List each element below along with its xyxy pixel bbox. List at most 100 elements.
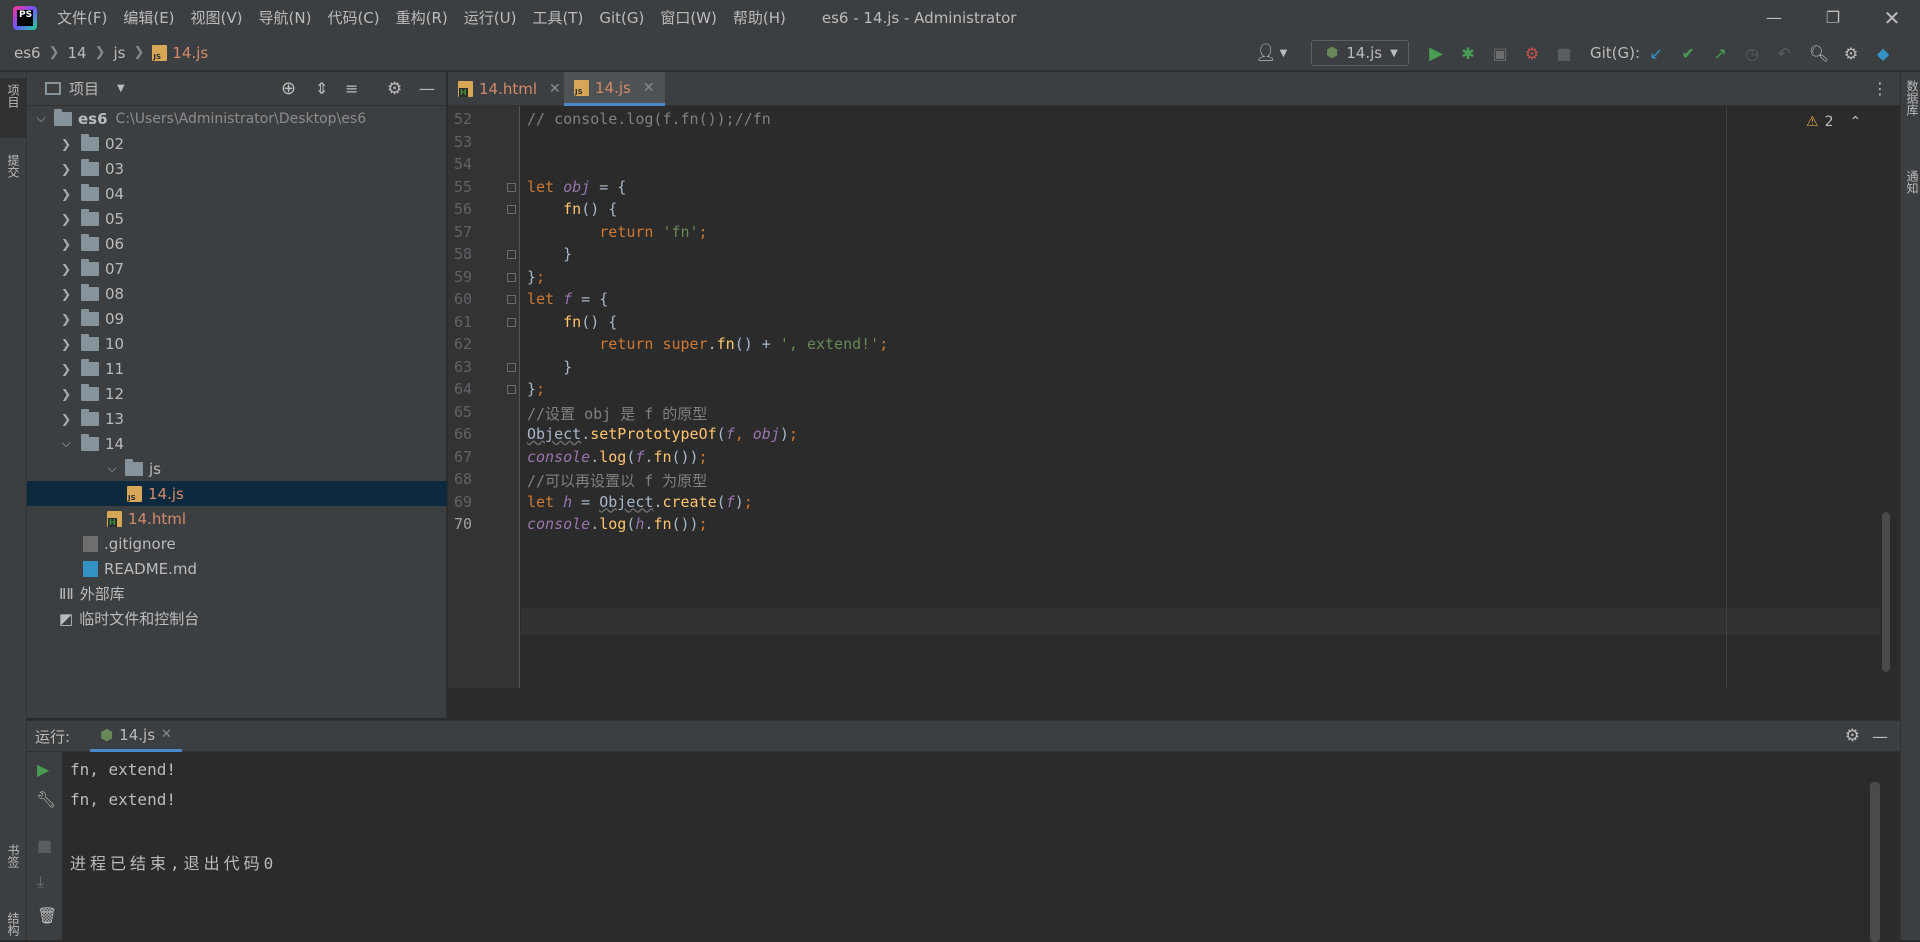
gear-icon[interactable]: ⚙ — [387, 79, 402, 99]
settings-icon[interactable]: ⚙ — [1840, 42, 1862, 64]
scroll-to-end-icon[interactable]: ⤓ — [37, 872, 44, 892]
menu-help[interactable]: 帮助(H) — [725, 7, 794, 28]
close-tab-icon[interactable]: ✕ — [549, 81, 561, 97]
fold-marker-icon[interactable] — [507, 362, 516, 372]
breadcrumb-es6[interactable]: es6 — [14, 44, 41, 62]
tree-folder-07[interactable]: ❯ 07 — [27, 256, 447, 281]
breadcrumb-file[interactable]: 14.js — [172, 44, 208, 62]
search-icon[interactable]: 🔍︎ — [1808, 42, 1830, 64]
fold-marker-icon[interactable] — [507, 385, 516, 394]
fold-marker-icon[interactable] — [507, 295, 516, 304]
console-scrollbar[interactable] — [1870, 782, 1880, 942]
stop-icon[interactable]: ■ — [37, 836, 52, 855]
tab-14html[interactable]: 14.html ✕ — [448, 72, 571, 106]
coverage-icon[interactable]: ▣ — [1489, 42, 1511, 64]
folder-icon — [125, 458, 143, 476]
chevron-up-icon[interactable]: ⌃ — [1849, 114, 1861, 130]
close-icon[interactable]: ✕ — [1864, 0, 1920, 35]
tree-folder-js[interactable]: ⌵ js — [27, 456, 447, 481]
database-tool-button[interactable]: 数据库 — [1904, 80, 1920, 116]
tree-folder-12[interactable]: ❯ 12 — [27, 381, 447, 406]
tree-root-path: C:\Users\Administrator\Desktop\es6 — [115, 110, 367, 127]
menu-git[interactable]: Git(G) — [591, 9, 652, 27]
profile-icon[interactable]: ⚙ — [1521, 42, 1543, 64]
close-tab-icon[interactable]: ✕ — [161, 727, 172, 742]
toolbox-icon[interactable]: ◆ — [1872, 42, 1894, 64]
collapse-all-icon[interactable]: ≡ — [345, 79, 358, 98]
tree-folder-14[interactable]: ⌵ 14 — [27, 431, 447, 456]
run-icon[interactable]: ▶ — [1425, 42, 1447, 64]
tree-folder-05[interactable]: ❯ 05 — [27, 206, 447, 231]
menu-window[interactable]: 窗口(W) — [652, 7, 725, 28]
tree-root[interactable]: ⌵ es6 C:\Users\Administrator\Desktop\es6 — [27, 106, 447, 131]
bookmarks-tool-button[interactable]: 书签 — [5, 844, 22, 868]
git-push-icon[interactable]: ↗ — [1709, 42, 1731, 64]
scrollbar-thumb[interactable] — [1882, 512, 1890, 672]
tree-file-14js[interactable]: 14.js — [27, 481, 447, 506]
menu-tools[interactable]: 工具(T) — [524, 7, 591, 28]
restore-icon[interactable]: ❐ — [1805, 0, 1861, 35]
menu-navigate[interactable]: 导航(N) — [251, 7, 320, 28]
close-tab-icon[interactable]: ✕ — [643, 80, 655, 96]
structure-tool-button[interactable]: 结构 — [5, 912, 22, 936]
tree-folder-10[interactable]: ❯ 10 — [27, 331, 447, 356]
git-update-icon[interactable]: ↙ — [1645, 42, 1667, 64]
menu-view[interactable]: 视图(V) — [183, 7, 251, 28]
more-tabs-icon[interactable]: ⋮ — [1872, 79, 1888, 98]
fold-marker-icon[interactable] — [507, 317, 516, 327]
tree-file-14html[interactable]: 14.html — [27, 506, 447, 531]
breadcrumb-14[interactable]: 14 — [68, 44, 87, 62]
stop-icon[interactable]: ■ — [1553, 42, 1575, 64]
tree-folder-06[interactable]: ❯ 06 — [27, 231, 447, 256]
notifications-tool-button[interactable]: 通知 — [1904, 170, 1920, 194]
project-view-select[interactable]: 项目 — [69, 78, 99, 99]
fold-marker-icon[interactable] — [507, 272, 516, 282]
phpstorm-logo-icon[interactable]: PS — [13, 5, 37, 30]
tab-14js[interactable]: 14.js ✕ — [564, 72, 665, 106]
user-icon[interactable]: 👤︎ ▼ — [1255, 35, 1287, 71]
rerun-icon[interactable]: ▶ — [37, 760, 49, 779]
tree-folder-02[interactable]: ❯ 02 — [27, 131, 447, 156]
hide-panel-icon[interactable]: — — [419, 79, 435, 98]
run-console-output[interactable]: fn, extend! fn, extend! 进程已结束,退出代码0 — [62, 752, 1880, 942]
tree-external-libraries[interactable]: ⅡⅡ 外部库 — [27, 581, 447, 606]
menu-refactor[interactable]: 重构(R) — [388, 7, 456, 28]
run-tab-14js[interactable]: ⬢ 14.js ✕ — [90, 720, 182, 752]
tree-file-gitignore[interactable]: .gitignore — [27, 531, 447, 556]
project-tool-button[interactable]: 项目 — [0, 78, 26, 138]
editor-scrollbar[interactable] — [1880, 106, 1892, 688]
rollback-icon[interactable]: ↶ — [1773, 42, 1795, 64]
tree-file-readme[interactable]: README.md — [27, 556, 447, 581]
history-icon[interactable]: ◷ — [1741, 42, 1763, 64]
hide-panel-icon[interactable]: — — [1872, 727, 1888, 746]
menu-code[interactable]: 代码(C) — [319, 7, 387, 28]
debug-icon[interactable]: ✱ — [1457, 42, 1479, 64]
tree-folder-08[interactable]: ❯ 08 — [27, 281, 447, 306]
run-config-select[interactable]: ⬢ 14.js ▼ — [1311, 40, 1409, 66]
line-number: 54 — [453, 155, 472, 173]
inspection-widget[interactable]: ⚠ 2 ⌃ ⌄ — [1806, 114, 1889, 130]
menu-file[interactable]: 文件(F) — [49, 7, 115, 28]
tree-folder-03[interactable]: ❯ 03 — [27, 156, 447, 181]
menu-edit[interactable]: 编辑(E) — [115, 7, 182, 28]
tree-scratches[interactable]: ◩ 临时文件和控制台 — [27, 606, 447, 631]
menu-run[interactable]: 运行(U) — [456, 7, 525, 28]
git-commit-icon[interactable]: ✔ — [1677, 42, 1699, 64]
tree-folder-13[interactable]: ❯ 13 — [27, 406, 447, 431]
tree-folder-09[interactable]: ❯ 09 — [27, 306, 447, 331]
minimize-icon[interactable]: — — [1746, 0, 1802, 35]
locate-file-icon[interactable]: ⊕ — [281, 78, 296, 99]
fold-marker-icon[interactable] — [507, 250, 516, 259]
expand-all-icon[interactable]: ⇕ — [315, 79, 328, 98]
breadcrumb-js[interactable]: js — [114, 44, 126, 62]
fold-marker-icon[interactable] — [507, 182, 516, 192]
tree-folder-11[interactable]: ❯ 11 — [27, 356, 447, 381]
gear-icon[interactable]: ⚙ — [1845, 726, 1860, 746]
code-editor[interactable]: // console.log(f.fn());//fn let obj = { f… — [521, 106, 1886, 688]
chevron-down-icon[interactable]: ▼ — [117, 83, 125, 94]
commit-tool-button[interactable]: 提交 — [5, 154, 22, 178]
trash-icon[interactable]: 🗑︎ — [37, 906, 57, 925]
tree-folder-04[interactable]: ❯ 04 — [27, 181, 447, 206]
fold-marker-icon[interactable] — [507, 205, 516, 214]
wrench-icon[interactable]: 🔧︎ — [36, 790, 56, 809]
